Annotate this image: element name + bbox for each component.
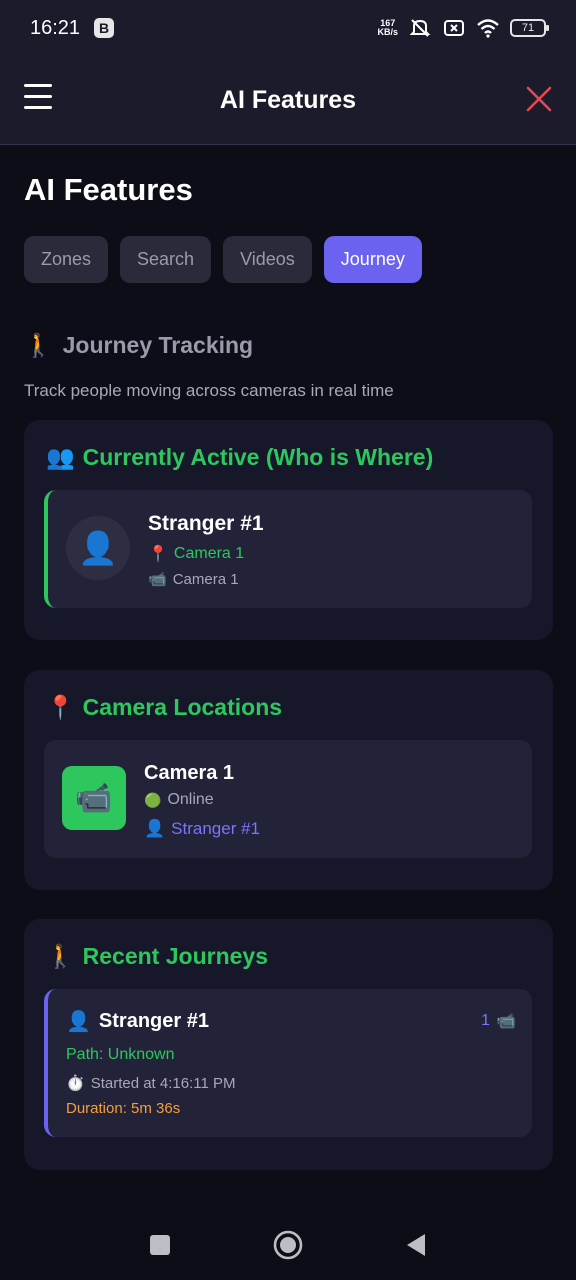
camera-person: 👤 Stranger #1 [144,819,260,839]
back-triangle-icon[interactable] [401,1230,431,1260]
page-title: AI Features [24,172,193,207]
camera-location-row[interactable]: 📹 Camera 1 🟢 Online 👤 Stranger #1 [44,740,532,858]
video-camera-icon: 📹 [496,1013,516,1030]
active-person-row[interactable]: 👤 Stranger #1 📍 Camera 1 📹 Camera 1 [44,490,532,608]
wifi-icon [476,17,500,39]
recents-square-icon[interactable] [145,1230,175,1260]
active-person-name: Stranger #1 [148,512,264,535]
journey-tracking-title: Journey Tracking [62,332,254,358]
person-avatar-icon: 👤 [78,530,118,566]
feature-tabs: Zones Search Videos Journey [24,236,422,283]
pin-icon: 📍 [46,694,75,720]
header-title: AI Features [219,85,357,114]
tab-videos[interactable]: Videos [223,236,312,283]
active-person-location: 📍 Camera 1 [148,544,244,564]
avatar: 👤 [66,516,130,580]
active-person-camera-text: Camera 1 [172,570,239,588]
journey-person-name: Stranger #1 [98,1010,209,1032]
journey-tracking-heading: 🚶 Journey Tracking [24,332,253,359]
recent-journeys-label: Recent Journeys [82,943,268,969]
camera-locations-title: 📍 Camera Locations [46,694,282,721]
journey-camera-count: 1 📹 [481,1011,516,1031]
camera-status: 🟢 Online [144,791,214,809]
camera-name: Camera 1 [144,762,235,784]
tab-journey[interactable]: Journey [323,236,422,283]
tab-zones[interactable]: Zones [24,236,109,283]
camera-locations-card: 📍 Camera Locations 📹 Camera 1 🟢 Online 👤… [24,670,553,890]
walking-person-icon: 🚶 [46,943,75,969]
status-right: 167 KB/s 71 [377,17,549,39]
journey-started-text: Started at 4:16:11 PM [90,1074,236,1092]
person-icon: 👤 [144,819,166,838]
system-nav-bar [0,1210,576,1280]
camera-tile: 📹 [62,766,126,830]
currently-active-label: Currently Active (Who is Where) [82,444,434,470]
net-speed-unit: KB/s [377,27,398,37]
currently-active-card: 👥 Currently Active (Who is Where) 👤 Stra… [24,420,553,640]
people-icon: 👥 [46,444,75,470]
stopwatch-icon: ⏱️ [66,1075,85,1092]
person-icon: 👤 [66,1011,91,1033]
video-camera-icon: 📹 [75,781,113,815]
camera-person-text: Stranger #1 [171,819,261,838]
journey-started: ⏱️ Started at 4:16:11 PM [66,1074,236,1093]
recent-journeys-title: 🚶 Recent Journeys [46,943,268,970]
journey-row[interactable]: 👤 Stranger #1 1 📹 Path: Unknown ⏱️ Start… [44,989,532,1137]
pin-icon: 📍 [148,546,168,563]
active-person-camera: 📹 Camera 1 [148,570,239,589]
video-camera-icon: 📹 [148,571,167,588]
camera-status-text: Online [167,791,214,808]
close-icon[interactable] [526,86,552,112]
currently-active-title: 👥 Currently Active (Who is Where) [46,444,433,471]
net-speed: 167 KB/s [377,19,398,37]
tab-search[interactable]: Search [120,236,212,283]
no-sim-icon [442,17,466,39]
journey-path: Path: Unknown [66,1046,175,1063]
journey-camera-count-value: 1 [481,1012,491,1029]
status-time: 16:21 [30,16,81,39]
walking-person-icon: 🚶 [24,332,53,358]
mute-icon [408,17,432,39]
camera-locations-label: Camera Locations [82,694,283,720]
journey-duration: Duration: 5m 36s [66,1100,181,1117]
active-person-location-text: Camera 1 [173,545,245,562]
status-bar: 16:21 B 167 KB/s 71 [0,0,576,56]
home-circle-icon[interactable] [273,1230,303,1260]
hamburger-menu-icon[interactable] [24,84,52,112]
journey-person: 👤 Stranger #1 [66,1009,209,1034]
battery-icon: 71 [510,19,549,37]
journey-tracking-subtitle: Track people moving across cameras in re… [24,381,394,400]
app-header: AI Features [0,56,576,145]
green-dot-icon: 🟢 [144,791,162,808]
recent-journeys-card: 🚶 Recent Journeys 👤 Stranger #1 1 📹 Path… [24,919,553,1170]
b-badge-icon: B [94,18,115,38]
